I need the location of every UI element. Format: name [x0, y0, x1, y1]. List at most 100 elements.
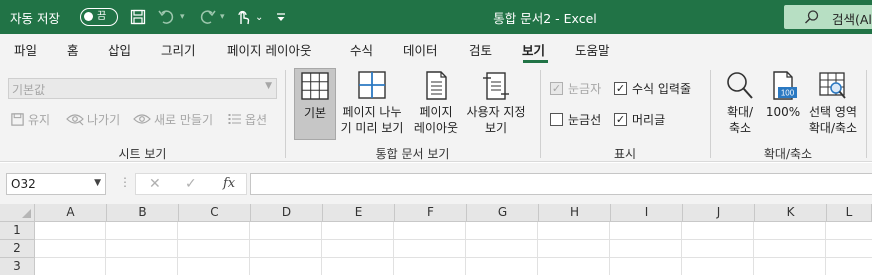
column-header[interactable]: L	[827, 204, 872, 222]
keep-label: 유지	[28, 112, 51, 127]
page-layout-label-1: 페이지	[419, 105, 453, 119]
group-label-zoom: 확대/축소	[763, 147, 813, 161]
checkmark-icon: ✓	[614, 113, 627, 126]
column-header[interactable]: K	[755, 204, 827, 222]
chevron-down-icon: ▼	[94, 178, 101, 188]
zoom-label-2: 축소	[728, 121, 752, 135]
formula-buttons: ✕ ✓ fx	[135, 173, 247, 195]
tab-help[interactable]: 도움말	[575, 40, 610, 59]
new-sheet-view-button: 새로 만들기	[133, 110, 213, 128]
checkmark-icon: ✓	[550, 82, 563, 95]
search-icon	[804, 9, 820, 28]
custom-views-icon	[483, 72, 509, 100]
column-header[interactable]: H	[539, 204, 611, 222]
tab-file[interactable]: 파일	[14, 40, 37, 59]
column-header[interactable]: E	[323, 204, 395, 222]
keep-button: 유지	[10, 110, 50, 128]
zoom-100-icon: 100	[773, 71, 797, 100]
column-header[interactable]: D	[251, 204, 323, 222]
zoom-100-button[interactable]: 100 100%	[763, 68, 803, 140]
group-separator	[866, 70, 867, 158]
active-tab-indicator	[523, 60, 548, 63]
column-header[interactable]: A	[35, 204, 107, 222]
custom-views-label-2: 보기	[484, 121, 508, 135]
tab-data[interactable]: 데이터	[403, 40, 438, 59]
zoom-selection-label-2: 확대/축소	[808, 121, 858, 135]
column-header[interactable]: F	[395, 204, 467, 222]
cancel-icon[interactable]: ✕	[149, 176, 161, 192]
formula-bar-label: 수식 입력줄	[632, 82, 692, 96]
group-label-sheet-view: 시트 보기	[118, 147, 167, 161]
zoom-to-selection-button[interactable]: 선택 영역 확대/축소	[804, 68, 862, 140]
sheet-view-value: 기본값	[12, 83, 46, 97]
save-icon	[11, 112, 24, 126]
exit-button: 나가기	[66, 110, 120, 128]
tab-home[interactable]: 홈	[67, 40, 79, 59]
tab-draw[interactable]: 그리기	[161, 40, 196, 59]
formula-bar-checkbox[interactable]: ✓ 수식 입력줄	[614, 80, 691, 97]
column-header[interactable]: C	[179, 204, 251, 222]
zoom-button[interactable]: 확대/ 축소	[720, 68, 760, 140]
zoom-100-label: 100%	[765, 105, 801, 119]
tab-view[interactable]: 보기	[522, 40, 545, 59]
enter-check-icon[interactable]: ✓	[185, 176, 197, 192]
select-all-button[interactable]	[0, 204, 35, 222]
headings-label: 머리글	[632, 113, 666, 127]
name-box-value: O32	[11, 177, 36, 191]
normal-view-label: 기본	[303, 106, 327, 120]
column-header[interactable]: G	[467, 204, 539, 222]
zoom-selection-icon	[819, 72, 846, 99]
headings-checkbox[interactable]: ✓ 머리글	[614, 111, 665, 128]
options-button: 옵션	[228, 110, 267, 128]
tab-insert[interactable]: 삽입	[108, 40, 131, 59]
gridlines-checkbox[interactable]: 눈금선	[550, 111, 601, 128]
row-header[interactable]: 2	[0, 240, 35, 258]
group-label-workbook-views: 통합 문서 보기	[375, 147, 450, 161]
exit-label: 나가기	[87, 112, 121, 127]
search-placeholder: 검색(Al	[832, 12, 872, 27]
page-layout-label-2: 레이아웃	[413, 121, 459, 135]
tab-page-layout[interactable]: 페이지 레이아웃	[227, 40, 311, 59]
ruler-label: 눈금자	[568, 82, 602, 96]
row-header[interactable]: 3	[0, 258, 35, 275]
cell-grid[interactable]	[35, 222, 872, 275]
formula-input[interactable]	[250, 173, 872, 195]
zoom-selection-label-1: 선택 영역	[809, 105, 857, 119]
insert-function-icon[interactable]: fx	[223, 176, 235, 191]
gridlines-label: 눈금선	[568, 113, 602, 127]
row-header[interactable]: 1	[0, 222, 35, 240]
page-layout-icon	[426, 71, 447, 100]
page-break-preview-label-1: 페이지 나누	[342, 105, 402, 119]
custom-views-label-1: 사용자 지정	[466, 105, 526, 119]
name-box[interactable]: O32 ▼	[6, 173, 106, 195]
search-box[interactable]: 검색(Al	[784, 5, 872, 29]
checkmark-icon: ✓	[614, 82, 627, 95]
sheet-view-dropdown: 기본값 ▼	[8, 78, 277, 99]
column-header[interactable]: I	[611, 204, 683, 222]
page-break-preview-button[interactable]: 페이지 나누 기 미리 보기	[336, 68, 408, 140]
column-header[interactable]: B	[107, 204, 179, 222]
custom-views-button[interactable]: 사용자 지정 보기	[462, 68, 530, 140]
document-title: 통합 문서2 - Excel	[493, 11, 597, 26]
list-icon	[228, 114, 241, 124]
tab-formulas[interactable]: 수식	[350, 40, 373, 59]
tab-review[interactable]: 검토	[469, 40, 492, 59]
normal-view-icon	[301, 72, 329, 100]
zoom-label-1: 확대/	[726, 105, 754, 119]
formula-bar-area: O32 ▼ ⋮ ✕ ✓ fx	[0, 163, 872, 204]
hidden-eye-icon	[66, 114, 84, 126]
new-sheet-view-label: 새로 만들기	[154, 112, 214, 127]
select-all-triangle-icon	[22, 209, 31, 218]
magnifier-icon	[727, 72, 753, 99]
ruler-checkbox: ✓ 눈금자	[550, 80, 601, 97]
title-bar: 자동 저장 끔 ▾ ▾ ⌄ 통합 문서2 - Excel 검색(Al	[0, 0, 872, 34]
resize-handle-icon[interactable]: ⋮	[119, 175, 132, 189]
page-break-preview-label-2: 기 미리 보기	[340, 121, 404, 135]
page-layout-button[interactable]: 페이지 레이아웃	[410, 68, 462, 140]
eye-plus-icon	[133, 114, 151, 124]
zoom-100-icon-text: 100	[781, 89, 795, 98]
chevron-down-icon: ▼	[265, 81, 272, 91]
column-header[interactable]: J	[683, 204, 755, 222]
normal-view-button[interactable]: 기본	[294, 68, 336, 140]
empty-checkbox-icon	[550, 113, 563, 126]
